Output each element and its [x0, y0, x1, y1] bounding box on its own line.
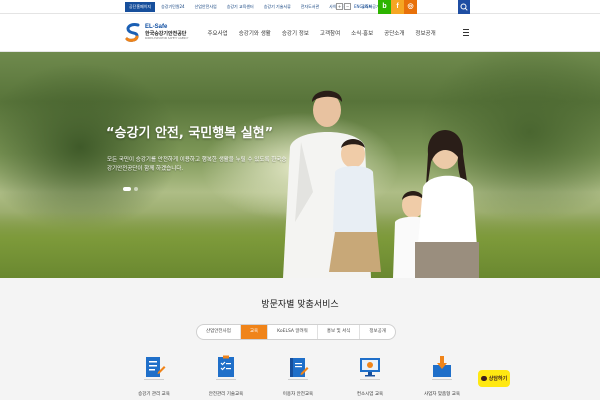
hero-title: “승강기 안전, 국민행복 실현”	[106, 126, 274, 141]
logo-text: EL-Safe 한국승강기안전공단 KOREA ELEVATOR SAFETY …	[145, 24, 188, 40]
service-items: 승강기 관리 교육 안전관리 기술교육 이용자 안전교육 컨소시엄 교육 사업자…	[118, 354, 478, 397]
service-item-label: 사업자 맞춤형 교육	[424, 392, 460, 397]
nav-disclosure[interactable]: 정보공개	[410, 29, 441, 37]
utility-bar: 공단홈페이지 승강기민원24 산업안전사업 승강기 교육센터 승강기 기술서류 …	[0, 0, 600, 14]
nav-customer[interactable]: 고객참여	[314, 29, 345, 37]
nav-about[interactable]: 공단소개	[379, 29, 410, 37]
hero-pager	[123, 187, 138, 191]
hero-pager-dot[interactable]	[134, 187, 138, 191]
service-item-business-education[interactable]: 사업자 맞춤형 교육	[406, 354, 478, 397]
family-photo	[283, 90, 479, 278]
font-increase-button[interactable]: +	[336, 3, 343, 10]
tab-disclosure[interactable]: 정보공개	[360, 325, 395, 339]
instagram-icon[interactable]: ◎	[404, 0, 417, 14]
nav-news[interactable]: 소식·홍보	[346, 29, 379, 37]
service-item-label: 안전관리 기술교육	[208, 392, 244, 397]
tab-education[interactable]: 교육	[240, 325, 269, 339]
search-button[interactable]	[458, 0, 470, 14]
checklist-icon	[216, 355, 236, 380]
search-icon	[460, 3, 468, 11]
main-nav: 주요사업 승강기와 생활 승강기 정보 고객참여 소식·홍보 공단소개 정보공개	[202, 14, 441, 52]
service-item-tech-education[interactable]: 안전관리 기술교육	[190, 354, 262, 397]
logo-org-name-en: KOREA ELEVATOR SAFETY AGENCY	[145, 37, 189, 40]
util-link-industrial-safety[interactable]: 산업안전사업	[191, 2, 221, 12]
logo-mark-icon	[124, 22, 142, 42]
util-link-education-center[interactable]: 승강기 교육센터	[223, 2, 258, 12]
logo-org-name: 한국승강기안전공단	[145, 31, 187, 37]
service-title: 방문자별 맞춤서비스	[261, 300, 339, 310]
font-size-controls: + −	[336, 3, 351, 10]
document-edit-icon	[144, 357, 166, 380]
service-item-label: 컨소시엄 교육	[356, 392, 384, 397]
hero-description: 모든 국민이 승강기를 안전하게 이용하고 행복한 생활을 누릴 수 있도록 한…	[107, 157, 287, 172]
site-header: EL-Safe 한국승강기안전공단 KOREA ELEVATOR SAFETY …	[0, 14, 600, 52]
sns-links: b f ◎	[378, 0, 417, 14]
site-logo[interactable]: EL-Safe 한국승강기안전공단 KOREA ELEVATOR SAFETY …	[124, 22, 188, 42]
tab-pr-forms[interactable]: 홍보 및 서식	[318, 325, 361, 339]
consult-label: 상담하기	[488, 376, 508, 382]
visitor-service-section: 방문자별 맞춤서비스 산업안전사업 교육 KoELSA 알려줘 홍보 및 서식 …	[0, 278, 600, 400]
facebook-icon[interactable]: f	[391, 0, 404, 14]
service-item-manager-education[interactable]: 승강기 관리 교육	[118, 354, 190, 397]
hero-pager-dot-active[interactable]	[123, 187, 131, 191]
nav-elevator-life[interactable]: 승강기와 생활	[233, 29, 276, 37]
hero-banner: “승강기 안전, 국민행복 실현” 모든 국민이 승강기를 안전하게 이용하고 …	[0, 52, 600, 278]
consult-button[interactable]: 상담하기	[478, 370, 510, 387]
book-edit-icon	[288, 358, 309, 380]
hamburger-menu-icon[interactable]	[460, 27, 472, 39]
font-decrease-button[interactable]: −	[344, 3, 351, 10]
monitor-icon	[360, 358, 380, 380]
service-item-user-education[interactable]: 이용자 안전교육	[262, 354, 334, 397]
tab-industrial-safety[interactable]: 산업안전사업	[197, 325, 241, 339]
service-item-label: 승강기 관리 교육	[138, 392, 170, 397]
util-link-home[interactable]: 공단홈페이지	[125, 2, 156, 12]
service-tabs: 산업안전사업 교육 KoELSA 알려줘 홍보 및 서식 정보공개	[196, 324, 396, 340]
service-item-consortium-education[interactable]: 컨소시엄 교육	[334, 354, 406, 397]
download-box-icon	[432, 356, 452, 380]
util-link-e-library[interactable]: 전자도서관	[297, 2, 323, 12]
nav-elevator-info[interactable]: 승강기 정보	[276, 29, 314, 37]
util-link-tech-docs[interactable]: 승강기 기술서류	[260, 2, 295, 12]
tab-koelsa[interactable]: KoELSA 알려줘	[268, 325, 318, 339]
nav-main-business[interactable]: 주요사업	[202, 29, 233, 37]
service-item-label: 이용자 안전교육	[282, 392, 314, 397]
english-link[interactable]: ENGLISH	[354, 2, 372, 12]
blog-icon[interactable]: b	[378, 0, 391, 14]
chat-bubble-icon	[480, 376, 487, 381]
util-link-minwon24[interactable]: 승강기민원24	[157, 2, 189, 12]
